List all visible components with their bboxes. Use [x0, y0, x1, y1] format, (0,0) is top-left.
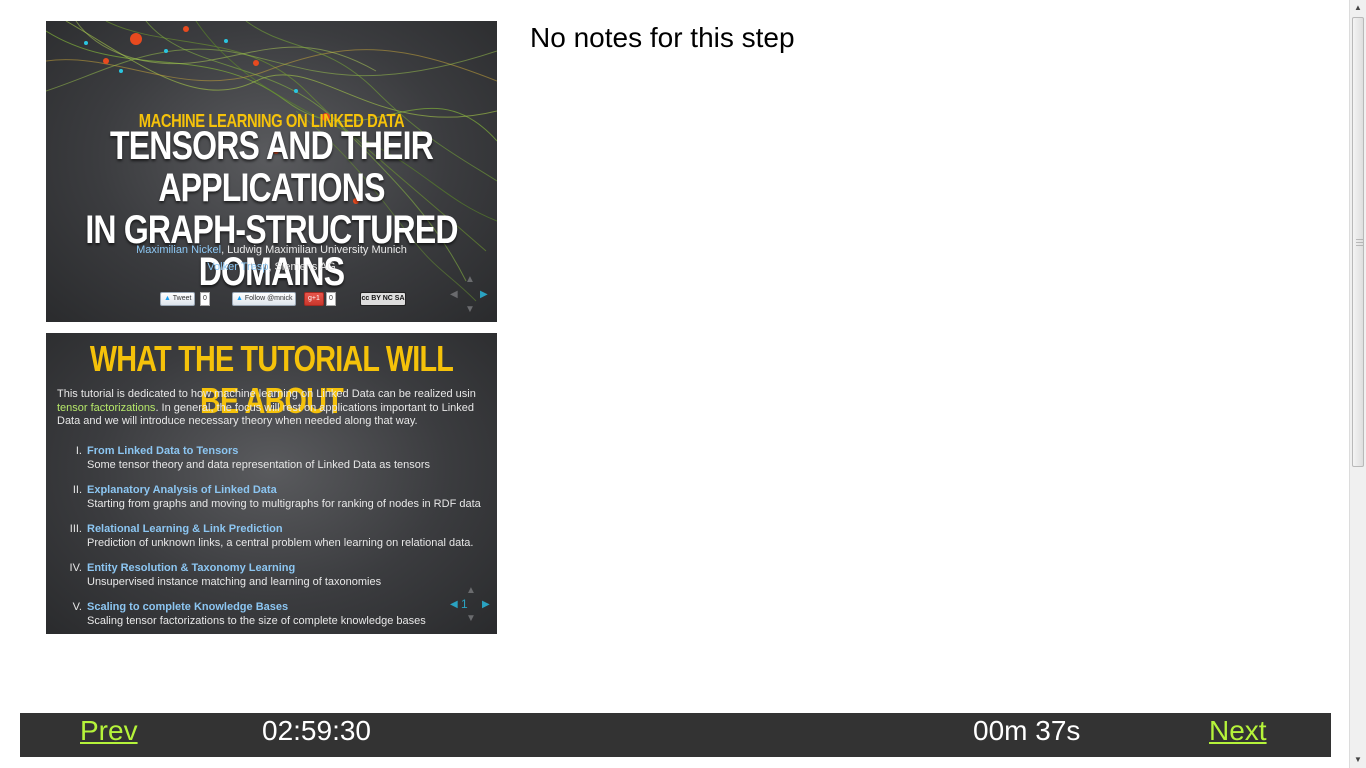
item-description: Some tensor theory and data representati…: [87, 459, 431, 471]
tutorial-topic-list: I. From Linked Data to Tensors Some tens…: [57, 445, 497, 634]
twitter-bird-icon: ▲: [164, 295, 171, 302]
social-buttons: ▲ Tweet 0 ▲ Follow @mnick g+1 0: [46, 292, 497, 306]
speaker-notes: No notes for this step: [530, 22, 795, 53]
gplus-count: 0: [326, 292, 336, 306]
author2-link[interactable]: Volker Tresp: [207, 261, 268, 273]
follow-label: Follow @mnick: [244, 295, 293, 302]
item-description: Prediction of unknown links, a central p…: [87, 537, 474, 549]
intro-highlight: tensor factorizations: [57, 401, 156, 414]
author1-affiliation: , Ludwig Maximilian University Munich: [221, 244, 407, 256]
slide-number: 1: [461, 597, 468, 611]
twitter-bird-icon: ▲: [236, 295, 243, 302]
arrow-right-icon[interactable]: ▶: [482, 600, 490, 610]
tweet-label: Tweet: [172, 295, 192, 302]
intro-line2: . In general, the focus will rest on app…: [155, 401, 475, 414]
tweet-button[interactable]: ▲ Tweet: [160, 292, 196, 306]
slide-nav-arrows: ▲ ◀ ▶ ▼: [450, 275, 490, 315]
gplus-button[interactable]: g+1: [304, 292, 324, 306]
list-item: V. Scaling to complete Knowledge Bases S…: [57, 601, 497, 634]
list-item: III. Relational Learning & Link Predicti…: [57, 523, 497, 562]
item-description: Scaling tensor factorizations to the siz…: [87, 615, 426, 627]
arrow-left-icon[interactable]: ◀: [450, 600, 458, 610]
item-title-link[interactable]: From Linked Data to Tensors: [87, 445, 238, 457]
slide-nav-arrows: ▲ ◀ 1 ▶ ▼: [450, 586, 494, 626]
presenter-control-bar: Prev 02:59:30 00m 37s Next: [20, 713, 1331, 757]
slide-title-line1: TENSORS AND THEIR APPLICATIONS: [109, 124, 434, 210]
author1-link[interactable]: Maximilian Nickel: [136, 244, 221, 256]
scrollbar-thumb[interactable]: — — —: [1352, 17, 1364, 467]
prev-button[interactable]: Prev: [80, 715, 138, 747]
elapsed-timer[interactable]: 00m 37s: [973, 715, 1080, 747]
arrow-right-icon[interactable]: ▶: [480, 290, 488, 300]
next-slide-preview: WHAT THE TUTORIAL WILL BE ABOUT This tut…: [46, 333, 497, 634]
scroll-up-arrow-icon[interactable]: ▲: [1350, 0, 1366, 16]
slide-authors: Maximilian Nickel, Ludwig Maximilian Uni…: [46, 242, 497, 276]
arrow-left-icon[interactable]: ◀: [450, 290, 458, 300]
arrow-up-icon[interactable]: ▲: [465, 275, 475, 285]
slide-intro: This tutorial is dedicated to how machin…: [57, 388, 497, 429]
item-number: IV.: [69, 562, 82, 574]
arrow-up-icon[interactable]: ▲: [466, 586, 476, 596]
vertical-scrollbar[interactable]: ▲ — — — ▼: [1349, 0, 1366, 768]
arrow-down-icon[interactable]: ▼: [465, 305, 475, 315]
list-item: II. Explanatory Analysis of Linked Data …: [57, 484, 497, 523]
author2-affiliation: , Siemens AG: [268, 261, 336, 273]
next-button[interactable]: Next: [1209, 715, 1267, 747]
item-description: Unsupervised instance matching and learn…: [87, 576, 382, 588]
item-number: V.: [72, 601, 82, 613]
arrow-down-icon[interactable]: ▼: [466, 614, 476, 624]
follow-button[interactable]: ▲ Follow @mnick: [232, 292, 297, 306]
intro-line1: This tutorial is dedicated to how machin…: [57, 388, 476, 400]
item-title-link[interactable]: Explanatory Analysis of Linked Data: [87, 484, 277, 496]
item-title-link[interactable]: Scaling to complete Knowledge Bases: [87, 601, 288, 613]
list-item: I. From Linked Data to Tensors Some tens…: [57, 445, 497, 484]
item-title-link[interactable]: Relational Learning & Link Prediction: [87, 523, 283, 535]
grip-icon: — — —: [1356, 236, 1363, 249]
clock: 02:59:30: [262, 715, 371, 746]
item-title-link[interactable]: Entity Resolution & Taxonomy Learning: [87, 562, 295, 574]
intro-line3: Data and we will introduce necessary the…: [57, 415, 418, 427]
item-number: II.: [72, 484, 82, 496]
list-item: IV. Entity Resolution & Taxonomy Learnin…: [57, 562, 497, 601]
item-number: III.: [69, 523, 82, 535]
scroll-down-arrow-icon[interactable]: ▼: [1350, 752, 1366, 768]
tweet-count: 0: [200, 292, 210, 306]
current-slide-preview: MACHINE LEARNING ON LINKED DATA TENSORS …: [46, 21, 497, 322]
item-description: Starting from graphs and moving to multi…: [87, 498, 481, 510]
item-number: I.: [75, 445, 82, 457]
cc-license-badge[interactable]: cc BY NC SA: [360, 292, 406, 306]
gplus-label: +1: [311, 295, 320, 302]
